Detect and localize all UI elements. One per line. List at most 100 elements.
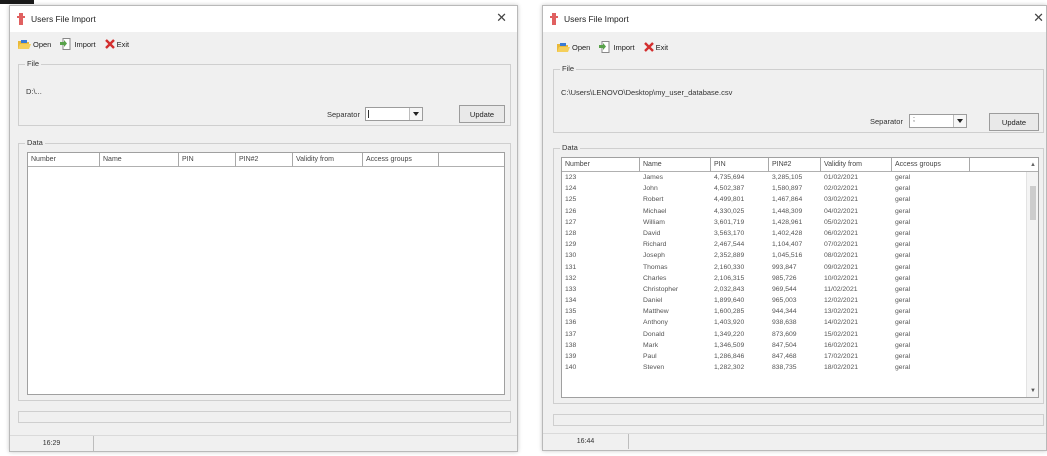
table-row[interactable]: 128 David 3,563,170 1,402,428 06/02/2021 gera… <box>562 228 970 239</box>
toolbar: Open Import Exit <box>557 39 668 55</box>
table-row[interactable]: 127 William 3,601,719 1,428,961 05/02/2021 ge… <box>562 217 970 228</box>
scrollbar-thumb[interactable] <box>1030 186 1036 220</box>
open-button[interactable]: Open <box>18 39 51 50</box>
cell-pin: 2,467,544 <box>714 241 745 249</box>
import-document-icon <box>60 38 71 50</box>
vertical-scrollbar[interactable]: ▼ <box>1026 172 1038 397</box>
chevron-down-icon[interactable] <box>953 115 966 127</box>
table-row[interactable]: 132 Charles 2,106,315 985,726 10/02/2021 gera… <box>562 273 970 284</box>
column-header-validity-from[interactable]: Validity from <box>821 158 892 172</box>
red-x-icon <box>104 39 115 49</box>
cell-number: 130 <box>565 252 577 260</box>
data-table[interactable]: Number Name PIN PIN#2 Validity from Acce… <box>27 152 505 395</box>
data-table[interactable]: Number Name PIN PIN#2 Validity from Acce… <box>561 157 1039 398</box>
file-path: C:\Users\LENOVO\Desktop\my_user_database… <box>561 88 733 97</box>
table-row[interactable]: 138 Mark 1,346,509 847,504 16/02/2021 geral <box>562 340 970 351</box>
cell-number: 138 <box>565 341 577 349</box>
table-row[interactable]: 129 Richard 2,467,544 1,104,407 07/02/2021 ge… <box>562 239 970 250</box>
table-row[interactable]: 126 Michael 4,330,025 1,448,309 04/02/2021 ge… <box>562 206 970 217</box>
exit-label: Exit <box>655 42 669 52</box>
folder-open-icon <box>557 42 570 52</box>
chevron-down-icon[interactable] <box>409 108 422 120</box>
title-bar[interactable]: Users File Import ✕ <box>543 6 1046 32</box>
cell-pin: 1,403,920 <box>714 319 745 327</box>
column-header-validity-from[interactable]: Validity from <box>293 153 363 167</box>
separator-label: Separator <box>870 117 903 126</box>
column-header-pin2[interactable]: PIN#2 <box>769 158 821 172</box>
cell-number: 135 <box>565 308 577 316</box>
cell-name: Christopher <box>643 285 679 293</box>
cell-access-groups: geral <box>895 263 911 271</box>
cell-name: William <box>643 218 665 226</box>
close-icon[interactable]: ✕ <box>496 11 507 25</box>
separator-value: ; <box>913 116 915 123</box>
cell-pin2: 1,045,516 <box>772 252 803 260</box>
data-group: Data Number Name PIN PIN#2 Validity from… <box>18 138 511 401</box>
cell-pin: 2,352,889 <box>714 252 745 260</box>
table-row[interactable]: 125 Robert 4,499,801 1,467,864 03/02/2021 ger… <box>562 194 970 205</box>
cell-pin2: 1,580,897 <box>772 185 803 193</box>
column-header-number[interactable]: Number <box>28 153 100 167</box>
update-button[interactable]: Update <box>989 113 1039 131</box>
column-header-pin[interactable]: PIN <box>711 158 769 172</box>
file-group-label: File <box>25 59 42 68</box>
scroll-down-icon[interactable]: ▼ <box>1030 388 1036 394</box>
table-row[interactable]: 134 Daniel 1,899,640 965,003 12/02/2021 geral <box>562 295 970 306</box>
open-button[interactable]: Open <box>557 42 590 53</box>
cell-validity-from: 11/02/2021 <box>824 285 858 293</box>
header-filler <box>439 153 504 167</box>
column-header-number[interactable]: Number <box>562 158 640 172</box>
cell-pin: 1,349,220 <box>714 330 745 338</box>
column-header-pin[interactable]: PIN <box>179 153 236 167</box>
separator-select[interactable]: ; <box>909 114 967 128</box>
cell-validity-from: 04/02/2021 <box>824 207 859 215</box>
exit-button[interactable]: Exit <box>104 39 129 49</box>
column-header-pin2[interactable]: PIN#2 <box>236 153 293 167</box>
cell-pin2: 873,609 <box>772 330 797 338</box>
column-header-access-groups[interactable]: Access groups <box>892 158 970 172</box>
column-header-name[interactable]: Name <box>640 158 711 172</box>
cell-pin: 4,499,801 <box>714 196 745 204</box>
title-bar[interactable]: Users File Import ✕ <box>10 6 517 32</box>
table-row[interactable]: 133 Christopher 2,032,843 969,544 11/02/2021… <box>562 284 970 295</box>
app-icon <box>550 13 558 25</box>
table-row[interactable]: 136 Anthony 1,403,920 938,638 14/02/2021 gera… <box>562 317 970 328</box>
table-row[interactable]: 137 Donald 1,349,220 873,609 15/02/2021 geral <box>562 329 970 340</box>
column-header-name[interactable]: Name <box>100 153 179 167</box>
close-icon[interactable]: ✕ <box>1033 11 1044 25</box>
cell-name: Richard <box>643 241 667 249</box>
table-row[interactable]: 140 Steven 1,282,302 838,735 18/02/2021 geral <box>562 362 970 373</box>
exit-button[interactable]: Exit <box>643 42 669 52</box>
cell-pin2: 847,468 <box>772 353 797 360</box>
text-caret <box>368 110 369 118</box>
column-header-access-groups[interactable]: Access groups <box>363 153 439 167</box>
cell-validity-from: 09/02/2021 <box>824 263 859 271</box>
table-row[interactable]: 135 Matthew 1,600,285 944,344 13/02/2021 gera… <box>562 306 970 317</box>
cell-name: David <box>643 229 661 237</box>
cell-pin: 2,106,315 <box>714 274 745 282</box>
app-icon <box>17 13 25 25</box>
table-row[interactable]: 131 Thomas 2,160,330 993,847 09/02/2021 geral <box>562 262 970 273</box>
table-row[interactable]: 130 Joseph 2,352,889 1,045,516 08/02/2021 ger… <box>562 250 970 261</box>
cell-name: Mark <box>643 341 659 349</box>
update-button[interactable]: Update <box>459 105 505 123</box>
cell-name: Charles <box>643 274 667 282</box>
separator-select[interactable] <box>365 107 423 121</box>
import-button[interactable]: Import <box>60 38 96 50</box>
table-row[interactable]: 124 John 4,502,387 1,580,897 02/02/2021 geral <box>562 183 970 194</box>
cell-pin2: 1,428,961 <box>772 218 803 226</box>
cell-pin2: 965,003 <box>772 297 797 305</box>
cell-pin: 1,899,640 <box>714 297 745 305</box>
table-row[interactable]: 123 James 4,735,694 3,285,105 01/02/2021 gera… <box>562 172 970 183</box>
cell-pin: 1,346,509 <box>714 341 745 349</box>
sort-arrow-icon[interactable]: ▲ <box>1026 158 1038 172</box>
cell-name: Anthony <box>643 319 668 327</box>
cell-validity-from: 03/02/2021 <box>824 196 859 204</box>
import-button[interactable]: Import <box>599 41 635 53</box>
cell-number: 139 <box>565 353 577 360</box>
header-filler <box>970 158 1026 172</box>
table-row[interactable]: 139 Paul 1,286,846 847,468 17/02/2021 geral <box>562 351 970 362</box>
folder-open-icon <box>18 39 31 49</box>
cell-pin2: 993,847 <box>772 263 797 271</box>
cell-number: 131 <box>565 263 577 271</box>
